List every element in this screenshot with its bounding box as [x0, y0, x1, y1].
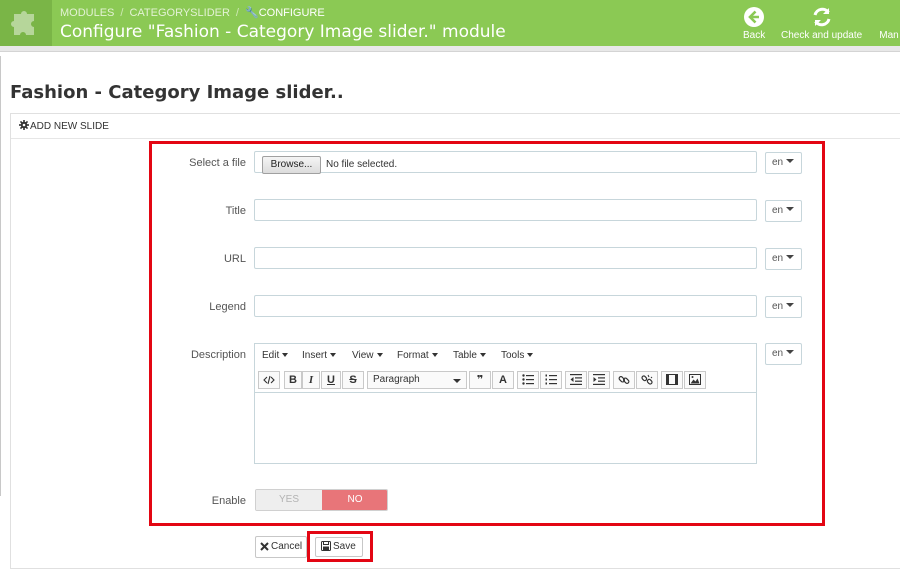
back-label: Back [743, 30, 766, 41]
cancel-label: Cancel [271, 541, 303, 552]
form-highlight-box [149, 141, 825, 526]
module-puzzle-icon [0, 0, 52, 46]
arrow-left-circle-icon [744, 7, 765, 27]
refresh-icon [813, 7, 831, 27]
breadcrumb-configure: CONFIGURE [258, 7, 325, 19]
close-icon [260, 542, 269, 551]
breadcrumb-modules[interactable]: MODULES [60, 7, 114, 19]
panel-heading-label: ADD NEW SLIDE [30, 121, 109, 132]
check-and-update-label: Check and update [781, 30, 863, 41]
breadcrumb-categoryslider[interactable]: CATEGORYSLIDER [129, 7, 229, 19]
page-title: Fashion - Category Image slider.. [10, 82, 344, 103]
cancel-button[interactable]: Cancel [255, 536, 307, 558]
wrench-icon: 🔧 [244, 7, 259, 19]
gear-icon [19, 120, 29, 130]
back-button[interactable]: Back [743, 6, 765, 41]
save-highlight-box [307, 531, 373, 562]
left-divider [0, 56, 1, 496]
manage-label: Man [879, 30, 899, 41]
page-header-title: Configure "Fashion - Category Image slid… [60, 22, 506, 42]
check-and-update-button[interactable]: Check and update [781, 6, 862, 41]
manage-button[interactable]: Man [878, 6, 900, 41]
header-separator [0, 46, 900, 52]
breadcrumb: MODULES / CATEGORYSLIDER / 🔧CONFIGURE [60, 7, 325, 19]
manage-icon [878, 6, 900, 28]
panel-heading: ADD NEW SLIDE [11, 114, 900, 139]
top-header: MODULES / CATEGORYSLIDER / 🔧CONFIGURE Config… [0, 0, 900, 46]
